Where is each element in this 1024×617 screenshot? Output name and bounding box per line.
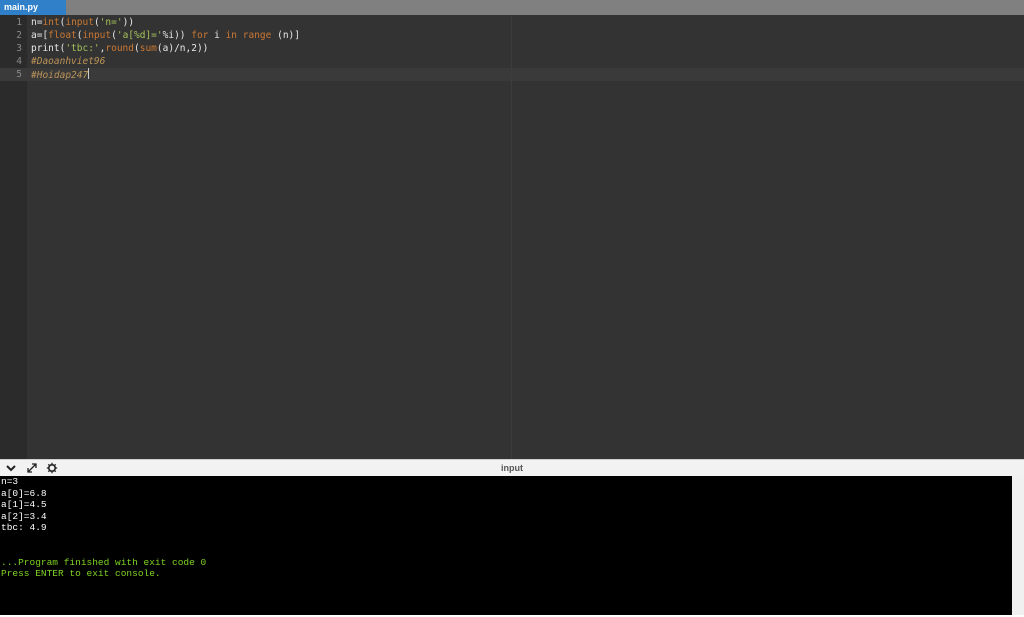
console-title: input (501, 463, 523, 473)
console-line: n=3 (1, 476, 19, 487)
code-token: 'tbc:' (65, 43, 100, 54)
code-token: input (82, 30, 112, 41)
code-line[interactable]: #Hoidap247 (31, 68, 90, 82)
chevron-down-icon[interactable] (4, 462, 18, 474)
console-line: tbc: 4.9 (1, 522, 47, 533)
code-line[interactable]: #Daoanhviet96 (31, 55, 105, 68)
code-token: 'a[%d]=' (116, 30, 163, 41)
console-line: a[2]=3.4 (1, 510, 47, 522)
tab-bar: main.py (0, 0, 1024, 15)
code-token: int (42, 17, 60, 28)
code-token: %i)) (162, 30, 192, 41)
code-token: #Daoanhviet96 (31, 56, 106, 67)
code-token: 'n=' (99, 17, 123, 28)
code-token: float (48, 30, 77, 41)
code-token: i (208, 30, 226, 41)
code-token: (n)] (271, 30, 300, 41)
code-editor[interactable]: 1 n=int(input('n=')) 2 a=[float(input('a[%d… (0, 15, 1024, 459)
code-token: (a)/n,2)) (156, 43, 209, 54)
code-line[interactable]: a=[float(input('a[%d]='%i)) for i in ran… (31, 29, 300, 42)
code-token: )) (122, 17, 135, 28)
expand-icon[interactable] (25, 462, 39, 474)
code-token: range (242, 30, 272, 41)
code-token: input (65, 17, 94, 28)
line-number: 3 (16, 43, 22, 54)
code-token: #Hoidap247 (31, 70, 89, 81)
code-line[interactable]: n=int(input('n=')) (31, 16, 134, 29)
code-token: in (225, 30, 238, 41)
line-number: 4 (16, 56, 22, 67)
line-number: 1 (16, 17, 22, 28)
line-number-gutter (0, 15, 27, 459)
line-number: 5 (16, 69, 22, 80)
settings-icon[interactable] (45, 462, 59, 474)
code-token: n= (31, 17, 43, 28)
code-token: sum (139, 43, 157, 54)
line-number: 2 (16, 30, 22, 41)
active-line-highlight (0, 68, 1024, 81)
code-token: round (105, 43, 134, 54)
console-scrollbar[interactable] (1012, 476, 1024, 615)
text-cursor (88, 68, 90, 79)
console-line: a[1]=4.5 (1, 499, 47, 510)
console-toolbar: input (0, 459, 1024, 476)
code-token: print( (31, 43, 66, 54)
code-token: a=[ (31, 30, 49, 41)
tab-main-py[interactable]: main.py (0, 0, 66, 15)
code-token: for (191, 30, 209, 41)
console-output[interactable]: n=3 a[0]=6.8 a[1]=4.5 a[2]=3.4 tbc: 4.9 ...Pr… (0, 476, 1012, 615)
code-line[interactable]: print('tbc:',round(sum(a)/n,2)) (31, 42, 208, 55)
console-line: Press ENTER to exit console. (1, 568, 161, 579)
console-line: a[0]=6.8 (1, 487, 47, 499)
print-margin (511, 15, 512, 459)
console-line: ...Program finished with exit code 0 (1, 556, 207, 568)
